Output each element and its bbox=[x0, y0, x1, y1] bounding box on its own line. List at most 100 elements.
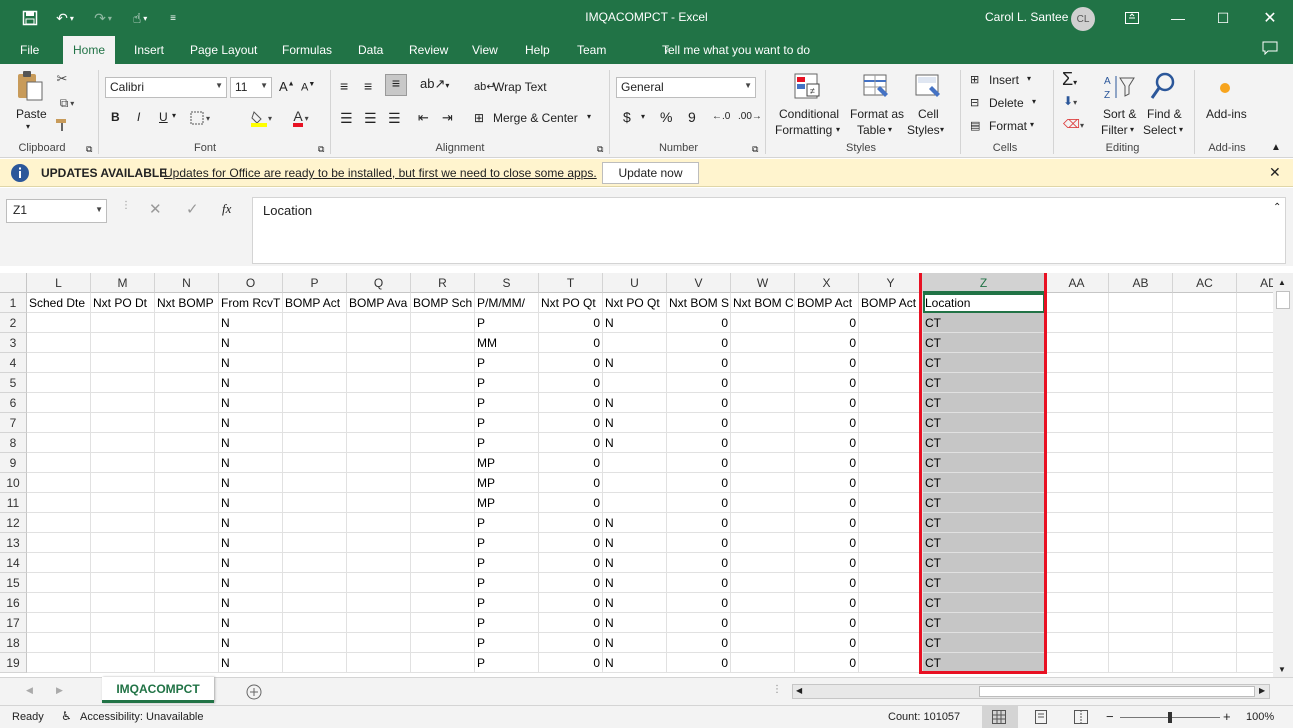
cell-q8[interactable] bbox=[347, 433, 411, 453]
cell-r18[interactable] bbox=[411, 633, 475, 653]
cell-o11[interactable]: N bbox=[219, 493, 283, 513]
cell-t15[interactable]: 0 bbox=[539, 573, 603, 593]
cell-aa16[interactable] bbox=[1045, 593, 1109, 613]
cell-w2[interactable] bbox=[731, 313, 795, 333]
column-header-s[interactable]: S bbox=[475, 273, 539, 293]
cell-y13[interactable] bbox=[859, 533, 923, 553]
scroll-down-icon[interactable]: ▼ bbox=[1278, 665, 1286, 674]
cell-u9[interactable] bbox=[603, 453, 667, 473]
cell-ad15[interactable] bbox=[1237, 573, 1273, 593]
cell-t14[interactable]: 0 bbox=[539, 553, 603, 573]
scroll-up-icon[interactable]: ▲ bbox=[1278, 278, 1286, 287]
ribbon-display-icon[interactable] bbox=[1124, 8, 1140, 28]
cell-m11[interactable] bbox=[91, 493, 155, 513]
cell-styles-button[interactable]: Cell bbox=[918, 107, 939, 121]
cell-o9[interactable]: N bbox=[219, 453, 283, 473]
cell-x17[interactable]: 0 bbox=[795, 613, 859, 633]
cell-r17[interactable] bbox=[411, 613, 475, 633]
formula-input[interactable]: Location bbox=[252, 197, 1286, 264]
close-icon[interactable]: ✕ bbox=[1269, 164, 1281, 181]
cell-n3[interactable] bbox=[155, 333, 219, 353]
cell-t19[interactable]: 0 bbox=[539, 653, 603, 673]
cell-aa12[interactable] bbox=[1045, 513, 1109, 533]
column-header-z[interactable]: Z bbox=[923, 273, 1045, 293]
cell-u16[interactable]: N bbox=[603, 593, 667, 613]
cell-w12[interactable] bbox=[731, 513, 795, 533]
cell-v3[interactable]: 0 bbox=[667, 333, 731, 353]
cell-l8[interactable] bbox=[27, 433, 91, 453]
cell-ad5[interactable] bbox=[1237, 373, 1273, 393]
cell-w9[interactable] bbox=[731, 453, 795, 473]
cell-ad16[interactable] bbox=[1237, 593, 1273, 613]
collapse-ribbon-icon[interactable]: ▲ bbox=[1271, 142, 1281, 153]
cell-p14[interactable] bbox=[283, 553, 347, 573]
cell-o15[interactable]: N bbox=[219, 573, 283, 593]
cell-v13[interactable]: 0 bbox=[667, 533, 731, 553]
chevron-down-icon[interactable]: ▾ bbox=[940, 125, 944, 134]
select-all-button[interactable] bbox=[0, 273, 27, 293]
cell-y4[interactable] bbox=[859, 353, 923, 373]
zoom-level[interactable]: 100% bbox=[1246, 711, 1274, 723]
cell-o7[interactable]: N bbox=[219, 413, 283, 433]
cell-q16[interactable] bbox=[347, 593, 411, 613]
cell-x10[interactable]: 0 bbox=[795, 473, 859, 493]
cell-ab8[interactable] bbox=[1109, 433, 1173, 453]
cell-o19[interactable]: N bbox=[219, 653, 283, 673]
cell-p6[interactable] bbox=[283, 393, 347, 413]
cell-ad9[interactable] bbox=[1237, 453, 1273, 473]
cell-o13[interactable]: N bbox=[219, 533, 283, 553]
find-select-button[interactable]: Find & bbox=[1147, 107, 1182, 121]
align-top-icon[interactable]: ≡ bbox=[340, 78, 348, 94]
cell-z10[interactable]: CT bbox=[923, 473, 1045, 493]
cell-z8[interactable]: CT bbox=[923, 433, 1045, 453]
zoom-in-icon[interactable]: + bbox=[1223, 709, 1231, 724]
cell-u2[interactable]: N bbox=[603, 313, 667, 333]
tab-file[interactable]: File bbox=[20, 43, 39, 57]
cell-m16[interactable] bbox=[91, 593, 155, 613]
align-left-icon[interactable]: ☰ bbox=[340, 110, 353, 127]
cell-s14[interactable]: P bbox=[475, 553, 539, 573]
cell-x7[interactable]: 0 bbox=[795, 413, 859, 433]
cell-x11[interactable]: 0 bbox=[795, 493, 859, 513]
new-sheet-icon[interactable] bbox=[245, 683, 263, 701]
cell-r16[interactable] bbox=[411, 593, 475, 613]
cell-w7[interactable] bbox=[731, 413, 795, 433]
cell-y9[interactable] bbox=[859, 453, 923, 473]
align-right-icon[interactable]: ☰ bbox=[388, 110, 401, 127]
cell-w4[interactable] bbox=[731, 353, 795, 373]
bold-button[interactable]: B bbox=[111, 110, 120, 124]
cell-l7[interactable] bbox=[27, 413, 91, 433]
cell-t16[interactable]: 0 bbox=[539, 593, 603, 613]
cell-n10[interactable] bbox=[155, 473, 219, 493]
cell-u7[interactable]: N bbox=[603, 413, 667, 433]
cell-y6[interactable] bbox=[859, 393, 923, 413]
cell-p9[interactable] bbox=[283, 453, 347, 473]
cell-w13[interactable] bbox=[731, 533, 795, 553]
column-header-r[interactable]: R bbox=[411, 273, 475, 293]
cell-aa10[interactable] bbox=[1045, 473, 1109, 493]
cell-z9[interactable]: CT bbox=[923, 453, 1045, 473]
chevron-down-icon[interactable]: ▾ bbox=[888, 125, 892, 134]
increase-decimal-icon[interactable]: ←.0 bbox=[712, 111, 730, 122]
cell-p11[interactable] bbox=[283, 493, 347, 513]
tab-team[interactable]: Team bbox=[577, 43, 606, 57]
cell-r3[interactable] bbox=[411, 333, 475, 353]
cell-w16[interactable] bbox=[731, 593, 795, 613]
merge-center-button[interactable]: Merge & Center bbox=[493, 111, 578, 125]
row-header[interactable]: 8 bbox=[0, 433, 27, 453]
currency-button[interactable]: $ bbox=[623, 109, 631, 125]
column-header-y[interactable]: Y bbox=[859, 273, 923, 293]
tab-view[interactable]: View bbox=[472, 43, 498, 57]
cell-l14[interactable] bbox=[27, 553, 91, 573]
cell-y11[interactable] bbox=[859, 493, 923, 513]
row-header[interactable]: 11 bbox=[0, 493, 27, 513]
fill-icon[interactable]: ⬇▾ bbox=[1063, 94, 1077, 108]
cell-aa18[interactable] bbox=[1045, 633, 1109, 653]
cell-o12[interactable]: N bbox=[219, 513, 283, 533]
cell-y16[interactable] bbox=[859, 593, 923, 613]
font-size-box[interactable]: 11 ▼ bbox=[230, 77, 272, 98]
cell-q14[interactable] bbox=[347, 553, 411, 573]
row-header[interactable]: 17 bbox=[0, 613, 27, 633]
row-header[interactable]: 3 bbox=[0, 333, 27, 353]
cell-ab13[interactable] bbox=[1109, 533, 1173, 553]
